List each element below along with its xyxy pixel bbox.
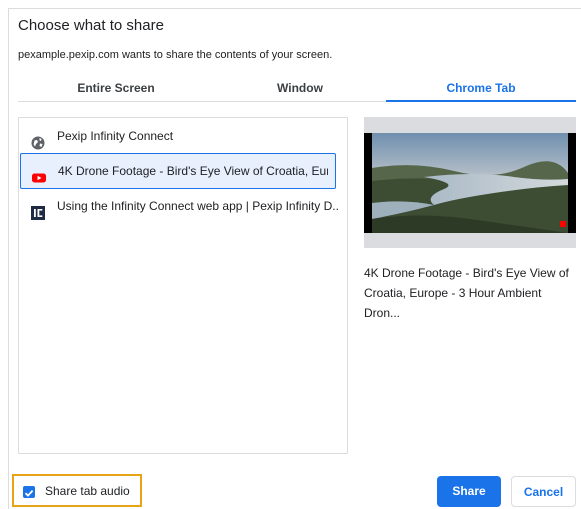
list-item-selected[interactable]: 4K Drone Footage - Bird's Eye View of Cr… xyxy=(20,153,336,189)
pexip-docs-icon xyxy=(31,199,45,220)
dialog-title: Choose what to share xyxy=(18,17,164,34)
tab-window[interactable]: Window xyxy=(214,78,386,100)
preview-caption: 4K Drone Footage - Bird's Eye View of Cr… xyxy=(364,266,569,320)
list-item[interactable]: Using the Infinity Connect web app | Pex… xyxy=(19,189,347,223)
preview-thumbnail xyxy=(364,133,576,233)
chrome-tab-list[interactable]: Pexip Infinity Connect 4K Drone Footage … xyxy=(18,117,348,454)
cancel-button[interactable]: Cancel xyxy=(511,476,576,507)
dialog-border-left xyxy=(8,8,9,509)
tab-title: 4K Drone Footage - Bird's Eye View of Cr… xyxy=(58,164,328,178)
share-source-tabs: Entire Screen Window Chrome Tab xyxy=(18,78,576,102)
share-audio-label: Share tab audio xyxy=(45,484,130,498)
check-icon xyxy=(24,489,34,497)
tab-title: Using the Infinity Connect web app | Pex… xyxy=(57,199,339,213)
share-audio-checkbox[interactable] xyxy=(23,486,35,498)
dialog-border-top xyxy=(8,8,581,9)
active-tab-indicator xyxy=(386,100,576,102)
share-button[interactable]: Share xyxy=(437,476,501,507)
youtube-icon xyxy=(32,164,46,183)
globe-icon xyxy=(31,129,45,150)
tab-entire-screen[interactable]: Entire Screen xyxy=(18,78,214,100)
tab-title: Pexip Infinity Connect xyxy=(57,129,174,143)
list-item[interactable]: Pexip Infinity Connect xyxy=(19,119,347,153)
tab-preview xyxy=(364,117,576,248)
tab-chrome-tab[interactable]: Chrome Tab xyxy=(386,78,576,100)
dialog-subtitle: pexample.pexip.com wants to share the co… xyxy=(18,49,333,61)
recording-badge-icon xyxy=(560,221,566,227)
share-audio-control[interactable]: Share tab audio xyxy=(12,474,142,507)
